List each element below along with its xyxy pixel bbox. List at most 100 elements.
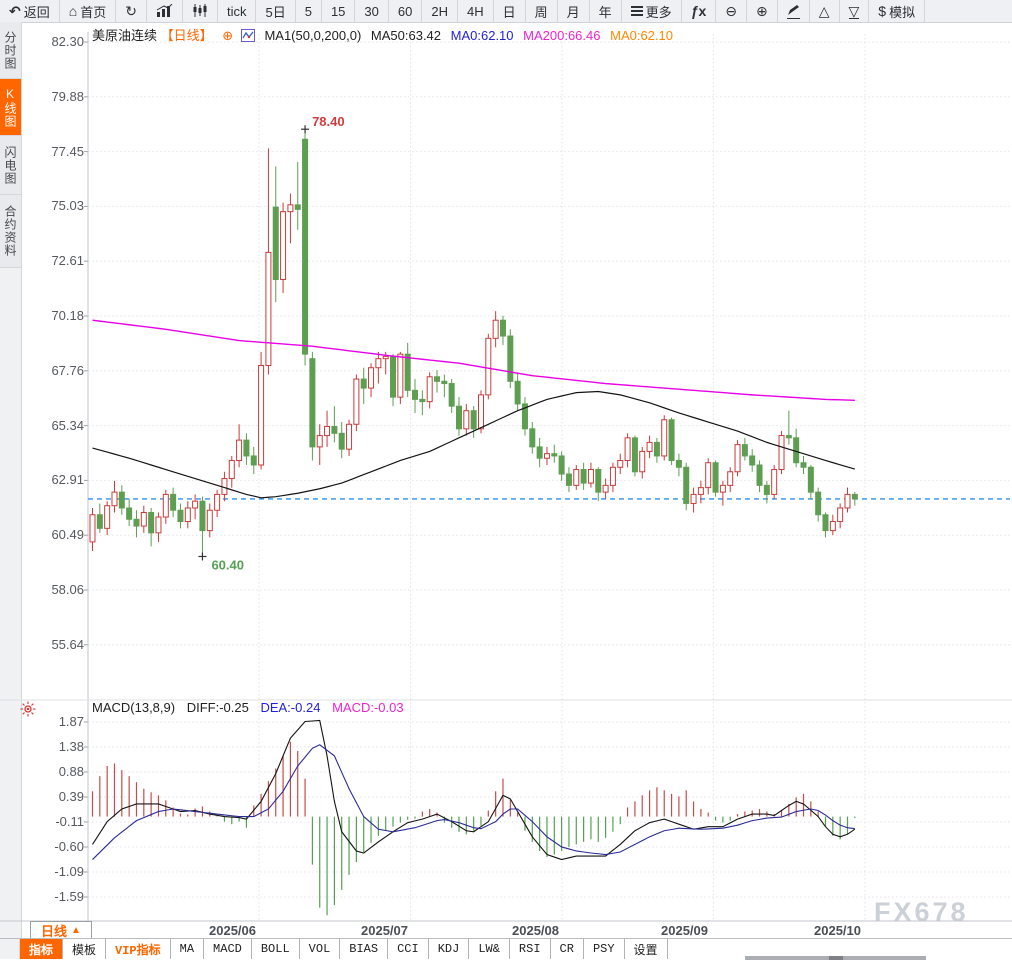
bb-kdj[interactable]: KDJ (429, 939, 470, 959)
bb-cr[interactable]: CR (551, 939, 584, 959)
interval-15min[interactable]: 15 (322, 0, 355, 22)
period-selector[interactable]: 日线 ▲ (30, 921, 92, 939)
interval-5day[interactable]: 5日 (256, 0, 295, 22)
price-axis-label: 77.45 (30, 144, 84, 159)
ma0-orange-value: MA0:62.10 (610, 28, 673, 43)
bb-cci[interactable]: CCI (388, 939, 429, 959)
macd-axis-label: -1.09 (30, 864, 84, 879)
date-label: 2025/06 (209, 923, 256, 938)
candlestick-icon (192, 4, 208, 19)
add-indicator-icon[interactable]: ⊕ (222, 28, 233, 43)
period-tag: 【日线】 (161, 28, 213, 43)
price-axis-label: 55.64 (30, 637, 84, 652)
interval-day-label: 日 (503, 2, 516, 21)
interval-tick-label: tick (227, 4, 247, 19)
bb-rsi[interactable]: RSI (510, 939, 551, 959)
more-menu-button[interactable]: 更多 (622, 0, 682, 22)
pencil-icon (787, 4, 800, 19)
bb-psy[interactable]: PSY (584, 939, 625, 959)
indicator-fx-button[interactable]: ƒx (682, 0, 717, 22)
macd-title: MACD(13,8,9) (92, 700, 175, 715)
ma50-value: MA50:63.42 (371, 28, 441, 43)
interval-5min[interactable]: 5 (296, 0, 322, 22)
bottom-toolbar-spacer (0, 939, 20, 959)
zoom-in-icon: ⊕ (756, 4, 768, 18)
interval-tick[interactable]: tick (218, 0, 257, 22)
trading-app-window: ↶返回⌂首页↻tick5日51530602H4H日周月年更多ƒx⊖⊕△▽$模拟 … (0, 0, 1012, 960)
interval-year[interactable]: 年 (590, 0, 622, 22)
candlestick-view-button[interactable] (183, 0, 218, 22)
bb-vip-indicator[interactable]: VIP指标 (106, 939, 171, 959)
low-price-annotation: 60.40 (211, 557, 244, 572)
bb-vol[interactable]: VOL (300, 939, 341, 959)
zoom-in-button[interactable]: ⊕ (747, 0, 778, 22)
bb-settings[interactable]: 设置 (625, 939, 668, 959)
x-axis-row: 日线 ▲ 2025/062025/072025/082025/092025/10 (22, 922, 1012, 938)
chevron-up-icon: ▲ (71, 925, 81, 936)
interval-60min-label: 60 (398, 4, 412, 19)
zoom-out-button[interactable]: ⊖ (716, 0, 747, 22)
bar-chart-icon (156, 4, 173, 19)
home-icon: ⌂ (69, 4, 77, 18)
triangle-up-tool-button[interactable]: △ (810, 0, 840, 22)
price-axis-label: 72.61 (30, 253, 84, 268)
macd-dea-value: DEA:-0.24 (260, 700, 320, 715)
bb-template[interactable]: 模板 (63, 939, 106, 959)
ma200-value: MA200:66.46 (523, 28, 600, 43)
triangle-down-tool-button[interactable]: ▽ (840, 0, 870, 22)
simulate-trade-button[interactable]: $模拟 (869, 0, 925, 22)
interval-week[interactable]: 周 (526, 0, 558, 22)
draw-tool-button[interactable] (778, 0, 810, 22)
price-axis-label: 75.03 (30, 198, 84, 213)
period-selector-label: 日线 (41, 921, 67, 940)
bb-lw[interactable]: LW& (469, 939, 510, 959)
interval-4h[interactable]: 4H (458, 0, 494, 22)
interval-60min[interactable]: 60 (389, 0, 422, 22)
ma0-blue-value: MA0:62.10 (451, 28, 514, 43)
back-button[interactable]: ↶返回 (0, 0, 60, 22)
macd-axis-label: 1.38 (30, 739, 84, 754)
interval-30min[interactable]: 30 (355, 0, 388, 22)
more-menu-button-label: 更多 (646, 2, 672, 21)
date-label: 2025/07 (361, 923, 408, 938)
chart-canvas[interactable]: 78.40 60.40 (0, 22, 1012, 922)
back-arrow-icon: ↶ (9, 4, 21, 18)
macd-diff-value: DIFF:-0.25 (187, 700, 249, 715)
back-button-label: 返回 (24, 2, 50, 21)
macd-axis-label: -1.59 (30, 889, 84, 904)
macd-legend: MACD(13,8,9) DIFF:-0.25 DEA:-0.24 MACD:-… (92, 700, 412, 715)
symbol-name: 美原油连续 (92, 28, 157, 43)
high-price-annotation: 78.40 (312, 114, 345, 129)
horizontal-scrollbar[interactable] (745, 956, 926, 960)
top-toolbar: ↶返回⌂首页↻tick5日51530602H4H日周月年更多ƒx⊖⊕△▽$模拟 (0, 0, 1012, 23)
date-label: 2025/08 (512, 923, 559, 938)
date-label: 2025/10 (814, 923, 861, 938)
triangle-down-icon: ▽ (849, 4, 860, 19)
price-axis-label: 60.49 (30, 527, 84, 542)
fx-icon: ƒx (691, 4, 707, 18)
menu-icon (631, 4, 643, 18)
interval-15min-label: 15 (331, 4, 345, 19)
chart-legend: 美原油连续 【日线】 ⊕ MA1(50,0,200,0) MA50:63.42 … (92, 25, 679, 44)
interval-month[interactable]: 月 (558, 0, 590, 22)
interval-30min-label: 30 (364, 4, 378, 19)
macd-axis-label: 0.39 (30, 789, 84, 804)
price-axis-label: 70.18 (30, 308, 84, 323)
interval-5min-label: 5 (305, 4, 312, 19)
bar-chart-view-button[interactable] (147, 0, 183, 22)
bb-macd[interactable]: MACD (204, 939, 252, 959)
macd-axis-label: 1.87 (30, 714, 84, 729)
interval-day[interactable]: 日 (494, 0, 526, 22)
macd-axis-label: -0.60 (30, 839, 84, 854)
interval-2h[interactable]: 2H (422, 0, 458, 22)
bb-boll[interactable]: BOLL (252, 939, 300, 959)
refresh-button[interactable]: ↻ (116, 0, 147, 22)
bb-indicator[interactable]: 指标 (20, 939, 63, 959)
home-button[interactable]: ⌂首页 (60, 0, 116, 22)
bb-ma[interactable]: MA (171, 939, 204, 959)
bb-bias[interactable]: BIAS (340, 939, 388, 959)
price-axis-label: 58.06 (30, 582, 84, 597)
zoom-out-icon: ⊖ (725, 4, 737, 18)
price-axis-label: 62.91 (30, 472, 84, 487)
simulate-trade-button-label: 模拟 (889, 2, 915, 21)
